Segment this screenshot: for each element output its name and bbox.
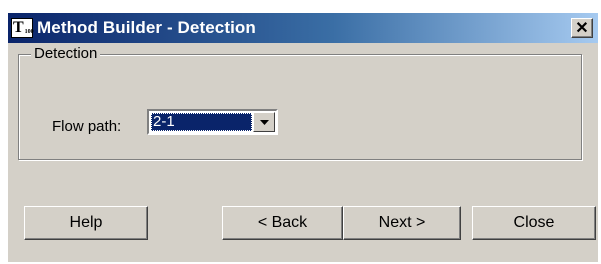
chevron-down-icon (259, 119, 269, 125)
app-icon: T 100 (11, 18, 34, 38)
detection-groupbox: Detection (18, 45, 582, 160)
back-button[interactable]: < Back (222, 206, 343, 240)
help-button[interactable]: Help (24, 206, 148, 240)
title-bar[interactable]: T 100 Method Builder - Detection ✕ (8, 13, 598, 43)
dropdown-arrow-button[interactable] (253, 112, 275, 132)
close-icon: ✕ (575, 20, 589, 37)
flow-path-label: Flow path: (52, 118, 122, 135)
next-button[interactable]: Next > (343, 206, 461, 240)
close-window-button[interactable]: ✕ (571, 18, 593, 38)
window-title: Method Builder - Detection (37, 18, 256, 37)
detection-group-label: Detection (31, 45, 101, 62)
flow-path-dropdown[interactable]: 2-1 (147, 109, 278, 135)
flow-path-selected-value: 2-1 (151, 113, 252, 131)
close-button[interactable]: Close (472, 206, 596, 240)
